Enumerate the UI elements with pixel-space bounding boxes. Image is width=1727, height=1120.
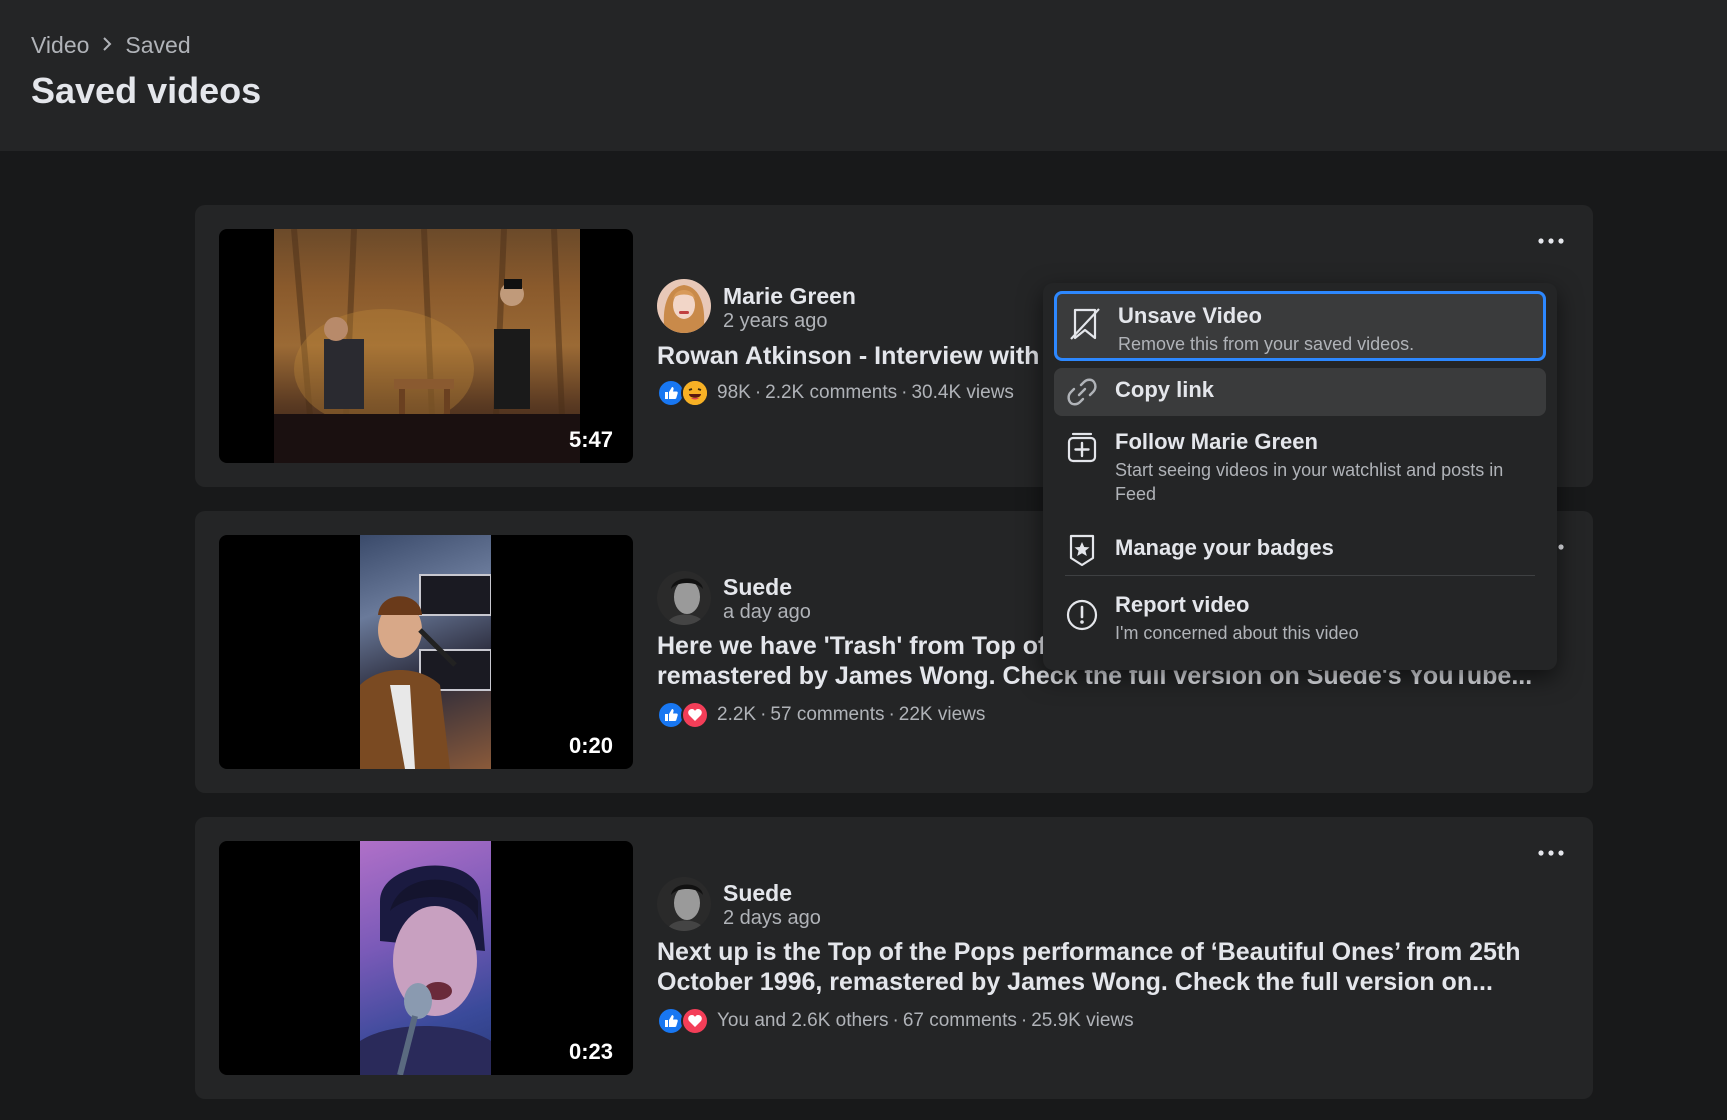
reactions[interactable] <box>657 379 709 407</box>
breadcrumb-saved: Saved <box>125 32 191 58</box>
video-title-line-2[interactable]: October 1996, remastered by James Wong. … <box>657 967 1493 997</box>
comment-count[interactable]: 67 comments <box>903 1010 1017 1032</box>
video-card: 0:23 Suede 2 days ago Next up is the Top… <box>195 817 1593 1099</box>
reaction-count[interactable]: 98K <box>717 382 751 404</box>
video-title-line-1[interactable]: Next up is the Top of the Pops performan… <box>657 937 1521 967</box>
report-icon <box>1064 597 1100 633</box>
avatar[interactable] <box>657 279 711 333</box>
reactions[interactable] <box>657 701 709 729</box>
breadcrumb: Video Saved <box>31 32 191 59</box>
report-video-menu-item[interactable]: Report video I'm concerned about this vi… <box>1054 583 1546 661</box>
chevron-right-icon <box>102 35 112 56</box>
breadcrumb-video-link[interactable]: Video <box>31 32 89 59</box>
video-duration: 0:23 <box>568 1039 613 1064</box>
page-header: Video Saved Saved videos <box>0 0 1727 151</box>
thumbnail-image <box>274 229 580 463</box>
menu-item-label: Report video <box>1115 592 1250 617</box>
separator-dot: · <box>754 382 762 403</box>
unsave-bookmark-icon <box>1067 306 1103 342</box>
unsave-video-menu-item[interactable]: Unsave Video Remove this from your saved… <box>1054 291 1546 361</box>
video-duration: 5:47 <box>568 427 613 452</box>
love-reaction-icon <box>681 1007 709 1035</box>
follow-plus-icon <box>1064 429 1100 465</box>
post-time[interactable]: a day ago <box>723 601 811 624</box>
more-dots-icon <box>1538 238 1564 244</box>
thumbnail-image <box>360 535 492 769</box>
post-time[interactable]: 2 days ago <box>723 907 821 930</box>
follow-menu-item[interactable]: Follow Marie Green Start seeing videos i… <box>1054 421 1546 525</box>
link-icon <box>1064 374 1100 410</box>
thumbnail-image <box>360 841 491 1075</box>
menu-item-label: Copy link <box>1115 377 1215 402</box>
copy-link-menu-item[interactable]: Copy link <box>1054 368 1546 416</box>
separator-dot: · <box>888 704 895 725</box>
reactions[interactable] <box>657 1007 709 1035</box>
video-stats: You and 2.6K others · 67 comments · 25.9… <box>657 1007 1134 1035</box>
comment-count[interactable]: 2.2K comments <box>765 382 897 404</box>
reaction-count[interactable]: You and 2.6K others <box>717 1010 889 1032</box>
more-options-button[interactable] <box>1531 223 1571 259</box>
more-options-button[interactable] <box>1531 835 1571 871</box>
reaction-count[interactable]: 2.2K <box>717 704 756 726</box>
menu-item-label: Manage your badges <box>1115 535 1334 560</box>
video-title[interactable]: Rowan Atkinson - Interview with <box>657 341 1039 371</box>
separator-dot: · <box>901 382 908 403</box>
separator-dot: · <box>760 704 767 725</box>
video-thumbnail[interactable]: 0:23 <box>219 841 633 1075</box>
view-count: 25.9K views <box>1031 1010 1134 1031</box>
menu-item-description: I'm concerned about this video <box>1115 623 1359 643</box>
post-time[interactable]: 2 years ago <box>723 310 828 333</box>
video-stats: 2.2K · 57 comments · 22K views <box>657 701 985 729</box>
video-thumbnail[interactable]: 5:47 <box>219 229 633 463</box>
view-count: 22K views <box>898 704 986 725</box>
menu-item-description: Start seeing videos in your watchlist an… <box>1115 460 1504 504</box>
video-options-menu: Unsave Video Remove this from your saved… <box>1043 283 1557 670</box>
haha-reaction-icon <box>681 379 709 407</box>
badge-icon <box>1064 532 1100 568</box>
comment-count[interactable]: 57 comments <box>770 704 884 726</box>
avatar[interactable] <box>657 877 711 931</box>
video-duration: 0:20 <box>568 733 613 758</box>
author-name[interactable]: Marie Green <box>723 283 856 310</box>
view-count: 30.4K views <box>911 382 1014 403</box>
menu-divider <box>1065 575 1535 576</box>
page-title: Saved videos <box>31 70 262 111</box>
separator-dot: · <box>892 1010 899 1031</box>
menu-item-label: Follow Marie Green <box>1115 429 1318 454</box>
video-stats: 98K · 2.2K comments · 30.4K views <box>657 379 1014 407</box>
menu-item-description: Remove this from your saved videos. <box>1118 334 1415 354</box>
video-title-line-1[interactable]: Here we have 'Trash' from Top of <box>657 631 1046 661</box>
love-reaction-icon <box>681 701 709 729</box>
video-thumbnail[interactable]: 0:20 <box>219 535 633 769</box>
manage-badges-menu-item[interactable]: Manage your badges <box>1054 523 1546 577</box>
avatar[interactable] <box>657 571 711 625</box>
menu-item-label: Unsave Video <box>1118 303 1262 328</box>
author-name[interactable]: Suede <box>723 880 792 907</box>
author-name[interactable]: Suede <box>723 574 792 601</box>
separator-dot: · <box>1020 1010 1028 1031</box>
more-dots-icon <box>1538 850 1564 856</box>
